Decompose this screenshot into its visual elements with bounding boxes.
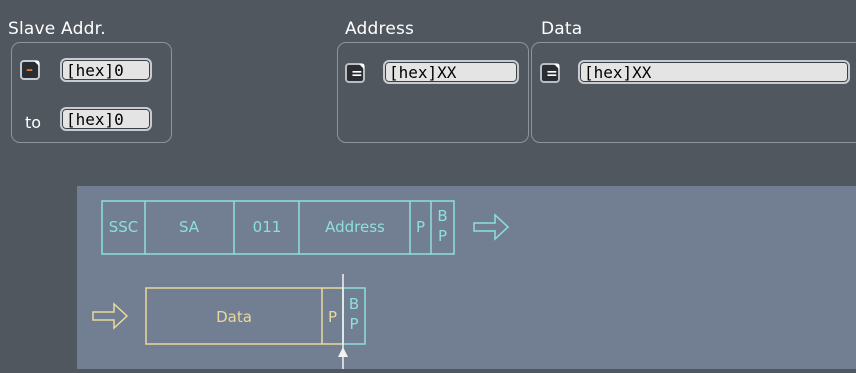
- data-operator-button[interactable]: =: [540, 63, 560, 83]
- continue-arrow-icon: [473, 213, 510, 241]
- slave-addr-label: Slave Addr.: [8, 19, 106, 39]
- bp-field-label-bottom: P: [438, 227, 447, 245]
- dropdown-corner-icon: [359, 64, 364, 69]
- equals-operator-icon: =: [546, 66, 558, 82]
- cursor-marker-arrow-icon: [338, 347, 348, 357]
- data-field-label: Data: [216, 308, 252, 326]
- address-label: Address: [345, 19, 415, 39]
- sa-field-label: SA: [179, 218, 200, 236]
- address-value-field[interactable]: [hex]XX: [383, 60, 519, 84]
- ssc-field-label: SSC: [109, 218, 139, 236]
- dropdown-corner-icon: [34, 61, 39, 66]
- address-operator-button[interactable]: =: [345, 63, 365, 83]
- slave-addr-max-field[interactable]: [hex]0: [60, 107, 152, 131]
- address-field-label: Address: [325, 218, 385, 236]
- slave-addr-min-field[interactable]: [hex]0: [60, 58, 152, 82]
- to-label: to: [25, 113, 42, 132]
- incoming-arrow-icon: [92, 302, 129, 330]
- parity-field-label-row2: P: [328, 308, 337, 326]
- dropdown-corner-icon: [554, 64, 559, 69]
- bp-field-label-row2-bottom: P: [349, 315, 358, 333]
- data-value-field[interactable]: [hex]XX: [578, 60, 850, 84]
- address-group: [337, 42, 529, 143]
- protocol-diagram-svg: SSC SA 011 Address P B P Data P B P: [92, 200, 510, 369]
- range-operator-icon: –: [26, 62, 33, 78]
- data-label: Data: [541, 19, 583, 39]
- data-group: [531, 42, 856, 143]
- cmd-field-label: 011: [253, 218, 282, 236]
- bp-field-label-row2-top: B: [349, 295, 359, 313]
- equals-operator-icon: =: [351, 66, 363, 82]
- bp-field-label-top: B: [437, 207, 447, 225]
- protocol-diagram: SSC SA 011 Address P B P Data P B P: [77, 186, 856, 369]
- parity-field-label: P: [416, 218, 425, 236]
- slave-addr-operator-button[interactable]: –: [20, 60, 40, 80]
